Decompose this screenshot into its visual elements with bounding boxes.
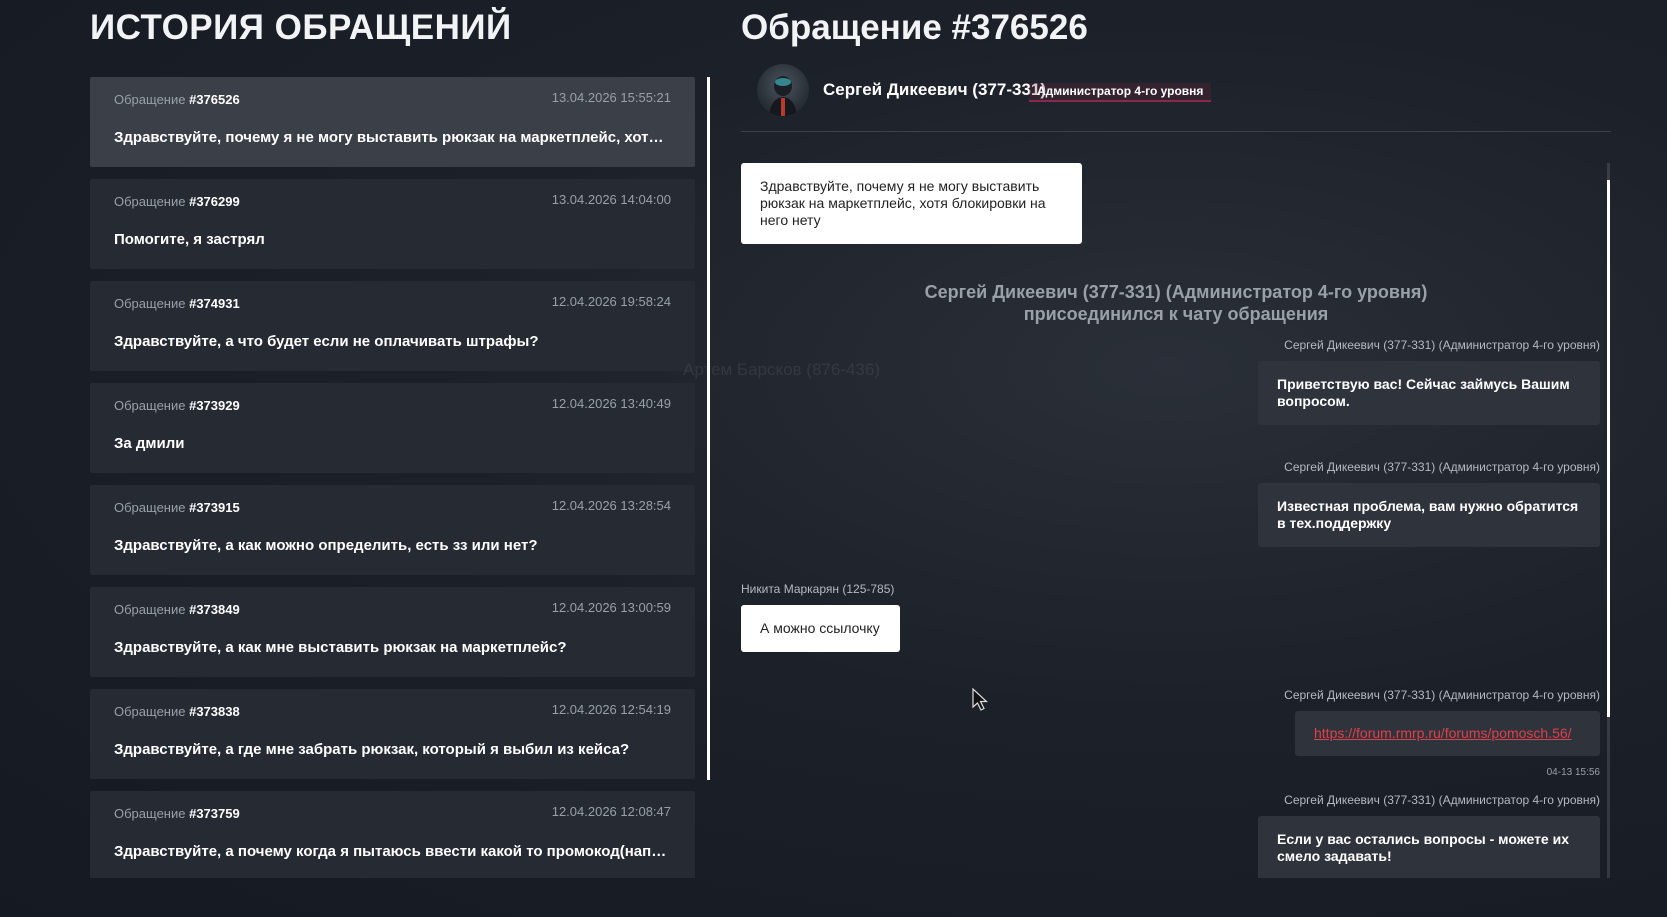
ticket-prefix: Обращение: [114, 704, 186, 719]
ticket-text: Здравствуйте, а как можно определить, ес…: [114, 537, 538, 554]
ticket-title: Обращение #376526: [741, 8, 1088, 47]
admin-message: https://forum.rmrp.ru/forums/pomosch.56/: [1295, 711, 1600, 756]
message-sender: Никита Маркарян (125-785): [741, 582, 895, 596]
ticket-number: #373849: [189, 602, 240, 617]
ticket-date: 12.04.2026 13:00:59: [551, 600, 671, 615]
admin-message: Известная проблема, вам нужно обратится …: [1258, 483, 1600, 547]
ticket-prefix: Обращение: [114, 500, 186, 515]
ticket-number: #376526: [189, 92, 240, 107]
ticket-number: #373915: [189, 500, 240, 515]
ticket-item[interactable]: Обращение #373759 12.04.2026 12:08:47 Зд…: [90, 791, 695, 878]
ticket-text: Здравствуйте, а как мне выставить рюкзак…: [114, 639, 567, 656]
message-sender: Сергей Дикеевич (377-331) (Администратор…: [1284, 338, 1600, 352]
ticket-text: Здравствуйте, а почему когда я пытаюсь в…: [114, 843, 671, 860]
chat-area: Здравствуйте, почему я не могу выставить…: [741, 160, 1611, 878]
ticket-list: Обращение #376526 13.04.2026 15:55:21 Зд…: [90, 77, 695, 878]
system-message-line1: Сергей Дикеевич (377-331) (Администратор…: [924, 282, 1428, 302]
ticket-date: 12.04.2026 19:58:24: [551, 294, 671, 309]
message-sender: Сергей Дикеевич (377-331) (Администратор…: [1284, 793, 1600, 807]
ticket-item[interactable]: Обращение #376526 13.04.2026 15:55:21 Зд…: [90, 77, 695, 167]
ticket-date: 12.04.2026 12:08:47: [551, 804, 671, 819]
ticket-prefix: Обращение: [114, 296, 186, 311]
ticket-prefix: Обращение: [114, 602, 186, 617]
message-sender: Сергей Дикеевич (377-331) (Администратор…: [1284, 460, 1600, 474]
ticket-text: Помогите, я застрял: [114, 231, 265, 248]
system-message-line2: присоединился к чату обращения: [1023, 304, 1329, 324]
ticket-date: 12.04.2026 13:40:49: [551, 396, 671, 411]
forum-link[interactable]: https://forum.rmrp.ru/forums/pomosch.56/: [1314, 725, 1572, 741]
ticket-prefix: Обращение: [114, 194, 186, 209]
user-message: Здравствуйте, почему я не могу выставить…: [741, 163, 1082, 244]
message-sender: Сергей Дикеевич (377-331) (Администратор…: [1284, 688, 1600, 702]
ticket-text: Здравствуйте, а где мне забрать рюкзак, …: [114, 741, 630, 758]
ticket-date: 13.04.2026 14:04:00: [551, 192, 671, 207]
ticket-number: #373838: [189, 704, 240, 719]
ticket-text: За дмили: [114, 435, 185, 452]
admin-message: Если у вас остались вопросы - можете их …: [1258, 816, 1600, 878]
ticket-list-scrollbar[interactable]: [707, 77, 710, 780]
ticket-number: #373759: [189, 806, 240, 821]
ticket-text: Здравствуйте, а что будет если не оплачи…: [114, 333, 539, 350]
history-title: ИСТОРИЯ ОБРАЩЕНИЙ: [90, 8, 512, 47]
message-time: 04-13 15:56: [1546, 767, 1600, 778]
avatar-icon: [769, 76, 797, 116]
ticket-number: #376299: [189, 194, 240, 209]
ticket-item[interactable]: Обращение #376299 13.04.2026 14:04:00 По…: [90, 179, 695, 269]
ticket-number: #374931: [189, 296, 240, 311]
user-message: А можно ссылочку: [741, 605, 900, 652]
mouse-cursor-icon: [972, 688, 989, 711]
ticket-date: 12.04.2026 13:28:54: [551, 498, 671, 513]
ticket-text: Здравствуйте, почему я не могу выставить…: [114, 129, 671, 146]
ticket-item[interactable]: Обращение #373849 12.04.2026 13:00:59 Зд…: [90, 587, 695, 677]
ticket-prefix: Обращение: [114, 806, 186, 821]
ticket-item[interactable]: Обращение #373838 12.04.2026 12:54:19 Зд…: [90, 689, 695, 779]
role-badge: Администратор 4-го уровня: [1029, 83, 1212, 102]
ticket-date: 13.04.2026 15:55:21: [551, 90, 671, 105]
ticket-prefix: Обращение: [114, 92, 186, 107]
admin-name: Сергей Дикеевич (377-331): [823, 80, 1047, 99]
admin-message: Приветствую вас! Сейчас займусь Вашим во…: [1258, 361, 1600, 425]
ticket-item[interactable]: Обращение #373915 12.04.2026 13:28:54 Зд…: [90, 485, 695, 575]
ticket-prefix: Обращение: [114, 398, 186, 413]
ticket-item[interactable]: Обращение #373929 12.04.2026 13:40:49 За…: [90, 383, 695, 473]
avatar: [757, 64, 809, 116]
header-divider: [741, 131, 1611, 132]
ticket-number: #373929: [189, 398, 240, 413]
ticket-item[interactable]: Обращение #374931 12.04.2026 19:58:24 Зд…: [90, 281, 695, 371]
ticket-date: 12.04.2026 12:54:19: [551, 702, 671, 717]
